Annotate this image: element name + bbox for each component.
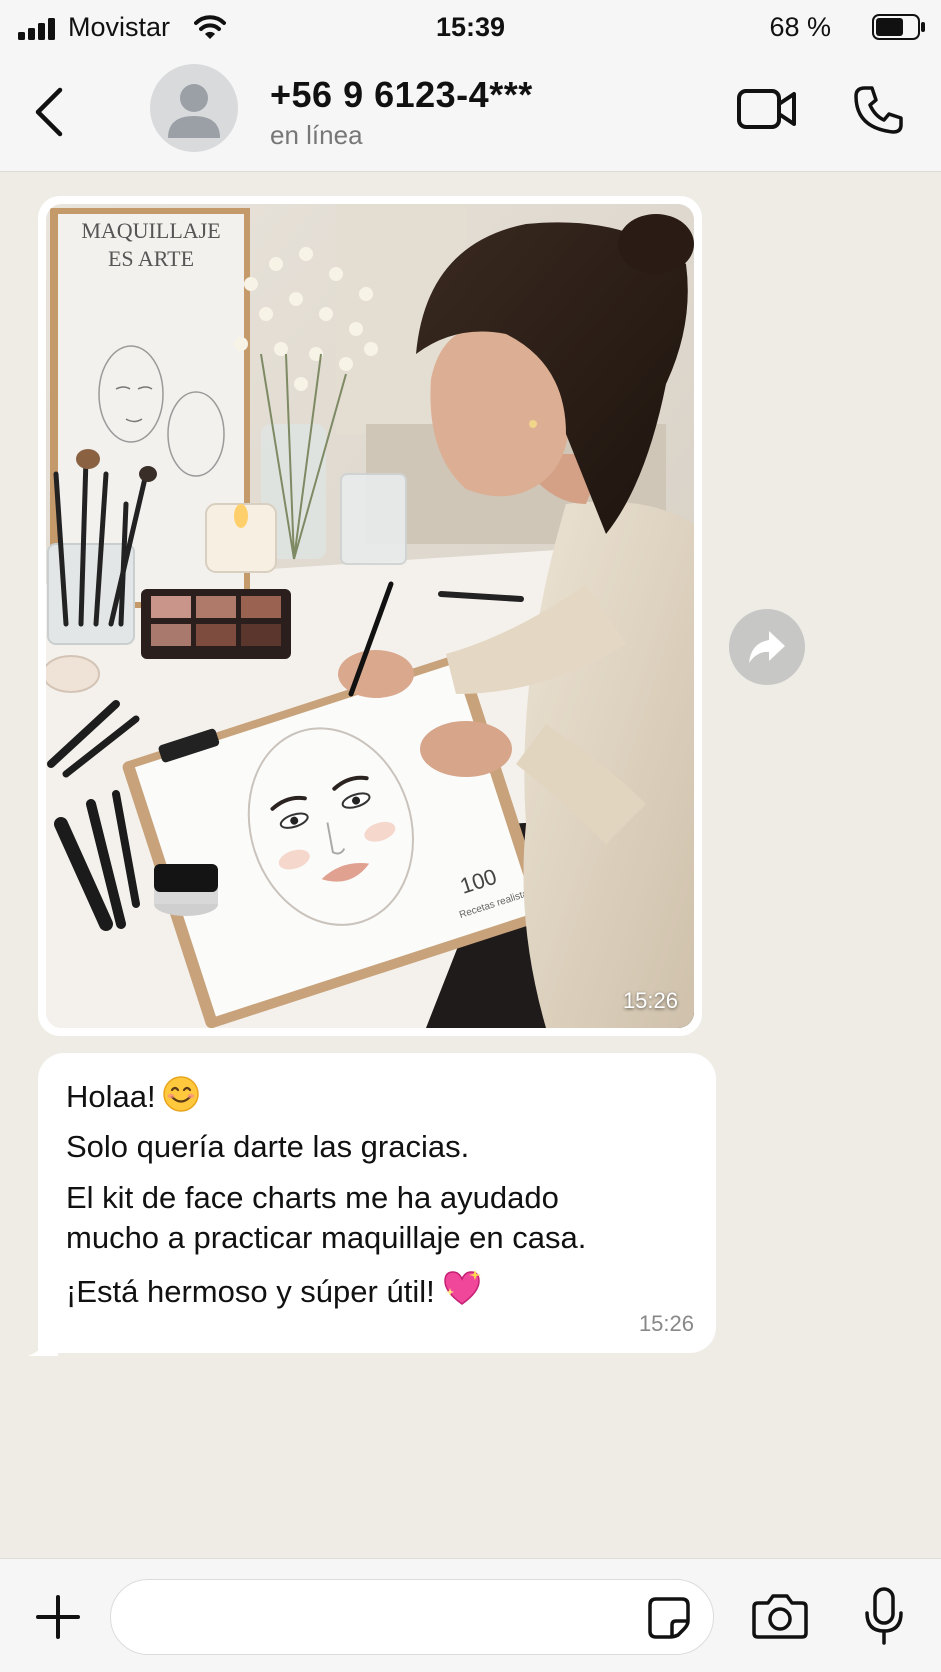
text-message-time: 15:26 bbox=[638, 1311, 694, 1336]
image-message-bubble[interactable]: MAQUILLAJE ES ARTE 100 Recetas realistas… bbox=[38, 196, 702, 1036]
message-line-2: Solo quería darte las gracias. bbox=[66, 1129, 470, 1165]
forward-arrow-icon bbox=[749, 631, 785, 663]
plus-icon[interactable] bbox=[34, 1593, 82, 1641]
contact-online-status: en línea bbox=[270, 120, 363, 150]
battery-icon bbox=[872, 14, 925, 40]
chat-area[interactable]: MAQUILLAJE ES ARTE 100 Recetas realistas… bbox=[0, 173, 941, 1558]
message-line-5-text: ¡Está hermoso y súper útil! bbox=[66, 1274, 435, 1310]
camera-icon[interactable] bbox=[752, 1593, 808, 1639]
sparkling-heart-emoji-icon bbox=[443, 1270, 481, 1306]
message-line-3: El kit de face charts me ha ayudado bbox=[66, 1179, 559, 1215]
message-line-5: ¡Está hermoso y súper útil! bbox=[66, 1268, 690, 1312]
contact-name[interactable]: +56 9 6123-4*** bbox=[270, 74, 533, 116]
forward-button[interactable] bbox=[729, 609, 805, 685]
message-input[interactable] bbox=[110, 1579, 714, 1655]
makeup-artist-photo[interactable]: MAQUILLAJE ES ARTE 100 Recetas realistas… bbox=[46, 204, 694, 1028]
message-line-1: Holaa! bbox=[66, 1075, 690, 1117]
battery-percentage: 68 % bbox=[769, 12, 831, 42]
image-message-time: 15:26 bbox=[622, 988, 678, 1013]
message-input-bar bbox=[0, 1558, 941, 1672]
text-message-bubble[interactable]: Holaa! Solo quería darte las gracias. El… bbox=[38, 1053, 716, 1353]
contact-avatar[interactable] bbox=[150, 64, 238, 152]
video-call-icon[interactable] bbox=[736, 86, 798, 132]
status-bar: Movistar 15:39 68 % bbox=[0, 0, 941, 56]
back-button[interactable] bbox=[32, 86, 68, 138]
default-avatar-icon bbox=[168, 84, 220, 138]
poster-title-line-1: MAQUILLAJE bbox=[81, 218, 220, 243]
photo-illustration: MAQUILLAJE ES ARTE 100 Recetas realistas bbox=[46, 204, 694, 1028]
poster-title-line-2: ES ARTE bbox=[108, 246, 194, 271]
bubble-tail bbox=[28, 1328, 58, 1356]
chat-header: +56 9 6123-4*** en línea bbox=[0, 56, 941, 172]
phone-call-icon[interactable] bbox=[852, 84, 904, 136]
sticker-icon[interactable] bbox=[648, 1597, 690, 1639]
smiling-face-emoji-icon bbox=[162, 1076, 199, 1112]
microphone-icon[interactable] bbox=[864, 1587, 904, 1645]
message-line-4: mucho a practicar maquillaje en casa. bbox=[66, 1219, 587, 1255]
message-line-1-text: Holaa! bbox=[66, 1079, 156, 1114]
